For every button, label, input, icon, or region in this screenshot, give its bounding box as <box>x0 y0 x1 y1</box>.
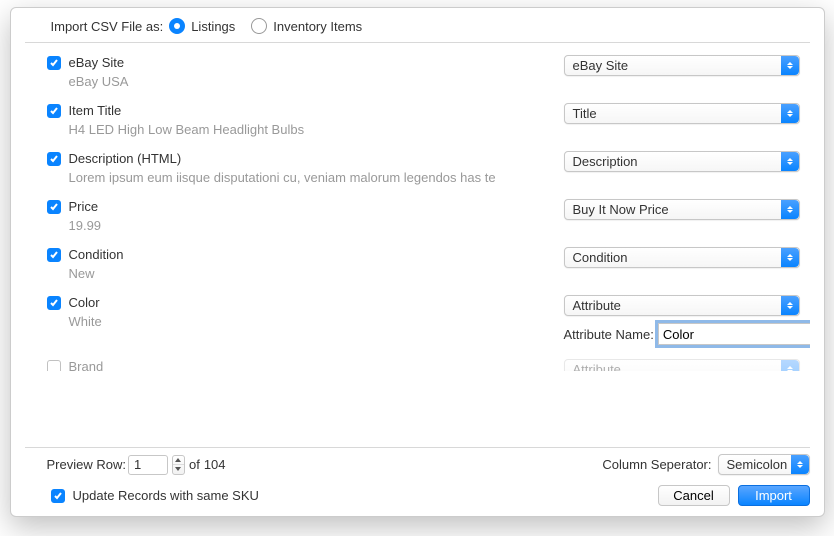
field-label: Price <box>69 199 99 214</box>
field-label: eBay Site <box>69 55 125 70</box>
cancel-button[interactable]: Cancel <box>658 485 730 506</box>
update-sku-checkbox[interactable] <box>51 489 65 503</box>
chevron-updown-icon <box>781 152 799 171</box>
mapping-select[interactable]: Description <box>564 151 800 172</box>
chevron-updown-icon <box>781 248 799 267</box>
column-separator-select[interactable]: Semicolon <box>718 454 810 475</box>
import-as-header: Import CSV File as: Listings Inventory I… <box>11 8 824 42</box>
attribute-name-label: Attribute Name: <box>564 327 654 342</box>
field-sample: New <box>47 266 554 281</box>
chevron-updown-icon <box>791 455 809 474</box>
chevron-updown-icon <box>781 56 799 75</box>
preview-row-bar: Preview Row: 1 of 104 Column Seperator: … <box>11 448 824 479</box>
mapping-value: Buy It Now Price <box>573 202 669 217</box>
attribute-name-input[interactable] <box>658 323 810 345</box>
chevron-updown-icon <box>781 200 799 219</box>
import-as-label: Import CSV File as: <box>51 19 164 34</box>
field-sample: H4 LED High Low Beam Headlight Bulbs <box>47 122 554 137</box>
field-mapping-area: eBay Site eBay USA eBay Site Item Title <box>25 42 810 448</box>
field-sample: White <box>47 314 554 329</box>
preview-row-label: Preview Row: <box>47 457 126 472</box>
mapping-select[interactable]: Attribute <box>564 359 800 371</box>
field-checkbox[interactable] <box>47 296 61 310</box>
mapping-value: Title <box>573 106 597 121</box>
mapping-select[interactable]: Buy It Now Price <box>564 199 800 220</box>
chevron-updown-icon <box>781 296 799 315</box>
preview-row-stepper[interactable] <box>172 455 185 475</box>
field-label: Brand <box>69 359 104 371</box>
field-label: Condition <box>69 247 124 262</box>
field-sample: 19.99 <box>47 218 554 233</box>
field-checkbox[interactable] <box>47 152 61 166</box>
mapping-value: Description <box>573 154 638 169</box>
mapping-select[interactable]: Attribute <box>564 295 800 316</box>
mapping-value: Attribute <box>573 298 621 313</box>
radio-inventory-label[interactable]: Inventory Items <box>273 19 362 34</box>
chevron-updown-icon <box>781 360 799 371</box>
field-row: Description (HTML) Lorem ipsum eum iisqu… <box>25 147 810 195</box>
mapping-value: Attribute <box>573 362 621 371</box>
field-sample: eBay USA <box>47 74 554 89</box>
column-separator-label: Column Seperator: <box>602 457 711 472</box>
mapping-value: eBay Site <box>573 58 629 73</box>
field-row: Condition New Condition <box>25 243 810 291</box>
total-rows: 104 <box>204 457 226 472</box>
mapping-value: Condition <box>573 250 628 265</box>
column-separator-value: Semicolon <box>727 457 788 472</box>
field-row: Price 19.99 Buy It Now Price <box>25 195 810 243</box>
field-checkbox[interactable] <box>47 248 61 262</box>
radio-listings-label[interactable]: Listings <box>191 19 235 34</box>
field-checkbox[interactable] <box>47 56 61 70</box>
field-checkbox[interactable] <box>47 360 61 372</box>
field-checkbox[interactable] <box>47 200 61 214</box>
field-label: Color <box>69 295 100 310</box>
field-label: Description (HTML) <box>69 151 182 166</box>
preview-row-value[interactable]: 1 <box>129 457 167 472</box>
field-row: Color White Attribute Attribute Name: <box>25 291 810 355</box>
of-label: of <box>189 457 200 472</box>
stepper-down-icon[interactable] <box>173 465 184 474</box>
radio-inventory[interactable] <box>251 18 267 34</box>
import-button[interactable]: Import <box>738 485 810 506</box>
field-row-partial: Brand Attribute <box>25 355 810 371</box>
field-row: Item Title H4 LED High Low Beam Headligh… <box>25 99 810 147</box>
mapping-select[interactable]: Title <box>564 103 800 124</box>
mapping-select[interactable]: eBay Site <box>564 55 800 76</box>
field-label: Item Title <box>69 103 122 118</box>
import-csv-dialog: Import CSV File as: Listings Inventory I… <box>10 7 825 517</box>
update-sku-label: Update Records with same SKU <box>73 488 259 503</box>
mapping-select[interactable]: Condition <box>564 247 800 268</box>
stepper-up-icon[interactable] <box>173 456 184 466</box>
field-sample: Lorem ipsum eum iisque disputationi cu, … <box>47 170 554 185</box>
dialog-footer: Update Records with same SKU Cancel Impo… <box>11 479 824 516</box>
preview-row-value-box: 1 <box>128 455 168 475</box>
chevron-updown-icon <box>781 104 799 123</box>
field-row: eBay Site eBay USA eBay Site <box>25 51 810 99</box>
radio-listings[interactable] <box>169 18 185 34</box>
field-checkbox[interactable] <box>47 104 61 118</box>
